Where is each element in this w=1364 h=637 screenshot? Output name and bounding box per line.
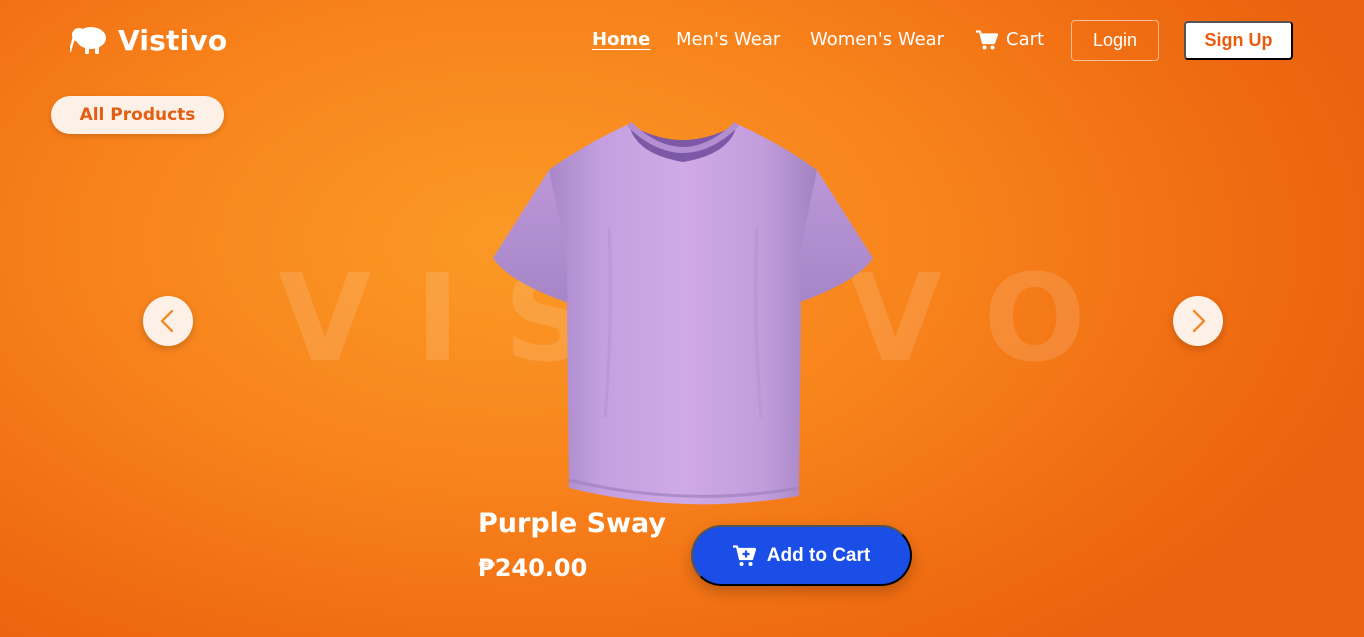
login-button[interactable]: Login [1071, 20, 1159, 61]
cart-plus-icon [732, 544, 756, 566]
carousel-next-button[interactable] [1173, 296, 1223, 346]
signup-button[interactable]: Sign Up [1184, 21, 1293, 60]
brand[interactable]: Vistivo [70, 22, 227, 58]
kiwi-bird-icon [70, 27, 106, 54]
chevron-left-icon [160, 309, 174, 333]
cart-icon [976, 29, 998, 49]
brand-name: Vistivo [118, 23, 228, 57]
nav-mens-wear-link[interactable]: Men's Wear [676, 29, 780, 50]
add-to-cart-button[interactable]: Add to Cart [691, 525, 912, 586]
product-price: ₱240.00 [478, 554, 588, 582]
product-image [493, 121, 873, 505]
nav-home-link[interactable]: Home [592, 29, 650, 50]
navbar: Vistivo Home Men's Wear Women's Wear Car… [0, 0, 1364, 80]
carousel-prev-button[interactable] [143, 296, 193, 346]
nav-womens-wear-link[interactable]: Women's Wear [810, 29, 944, 50]
product-name: Purple Sway [478, 508, 666, 539]
nav-cart-link[interactable]: Cart [976, 29, 1044, 50]
chevron-right-icon [1192, 309, 1206, 333]
all-products-button[interactable]: All Products [51, 96, 224, 134]
add-to-cart-label: Add to Cart [766, 544, 871, 566]
nav-cart-label: Cart [1006, 29, 1045, 50]
